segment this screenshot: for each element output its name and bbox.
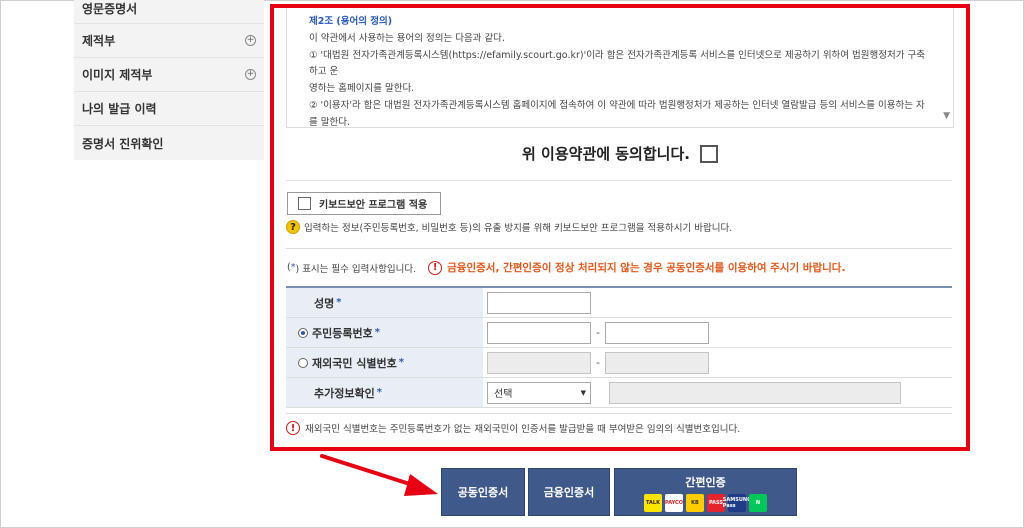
kakao-logo-icon: TALK [644, 494, 662, 512]
payco-logo-icon: PAYCO [665, 494, 683, 512]
kb-logo-icon: KB [686, 494, 704, 512]
red-arrow-icon [320, 454, 438, 496]
sidebar-item-english-cert[interactable]: 영문증명서 [74, 0, 264, 24]
auth-provider-logos: TALK PAYCO KB PASS SAMSUNG Pass N [644, 494, 767, 512]
sidebar-item-label: 영문증명서 [82, 2, 138, 16]
sidebar-item-label: 증명서 진위확인 [82, 136, 164, 151]
sidebar-item-label: 나의 발급 이력 [82, 102, 157, 116]
sidebar-item-removal-register[interactable]: 제적부 + [74, 24, 264, 58]
sidebar-item-label: 제적부 [82, 34, 116, 48]
sidebar: 영문증명서 제적부 + 이미지 제적부 + 나의 발급 이력 증명서 진위확인 [74, 0, 264, 160]
sidebar-item-verify-cert[interactable]: 증명서 진위확인 [74, 126, 264, 160]
naver-logo-icon: N [749, 494, 767, 512]
simple-auth-label: 간편인증 [685, 476, 726, 489]
highlight-box [270, 4, 970, 451]
finance-cert-button[interactable]: 금융인증서 [528, 468, 610, 516]
sidebar-item-image-register[interactable]: 이미지 제적부 + [74, 58, 264, 92]
joint-cert-label: 공동인증서 [457, 486, 509, 499]
sidebar-item-label: 이미지 제적부 [82, 68, 153, 82]
joint-cert-button[interactable]: 공동인증서 [441, 468, 525, 516]
samsung-logo-icon: SAMSUNG Pass [723, 494, 751, 512]
finance-cert-label: 금융인증서 [543, 486, 595, 499]
plus-circle-icon[interactable]: + [245, 69, 256, 80]
simple-auth-button[interactable]: 간편인증 TALK PAYCO KB PASS SAMSUNG Pass N [614, 468, 797, 516]
plus-circle-icon[interactable]: + [245, 35, 256, 46]
sidebar-item-issue-history[interactable]: 나의 발급 이력 [74, 92, 264, 126]
